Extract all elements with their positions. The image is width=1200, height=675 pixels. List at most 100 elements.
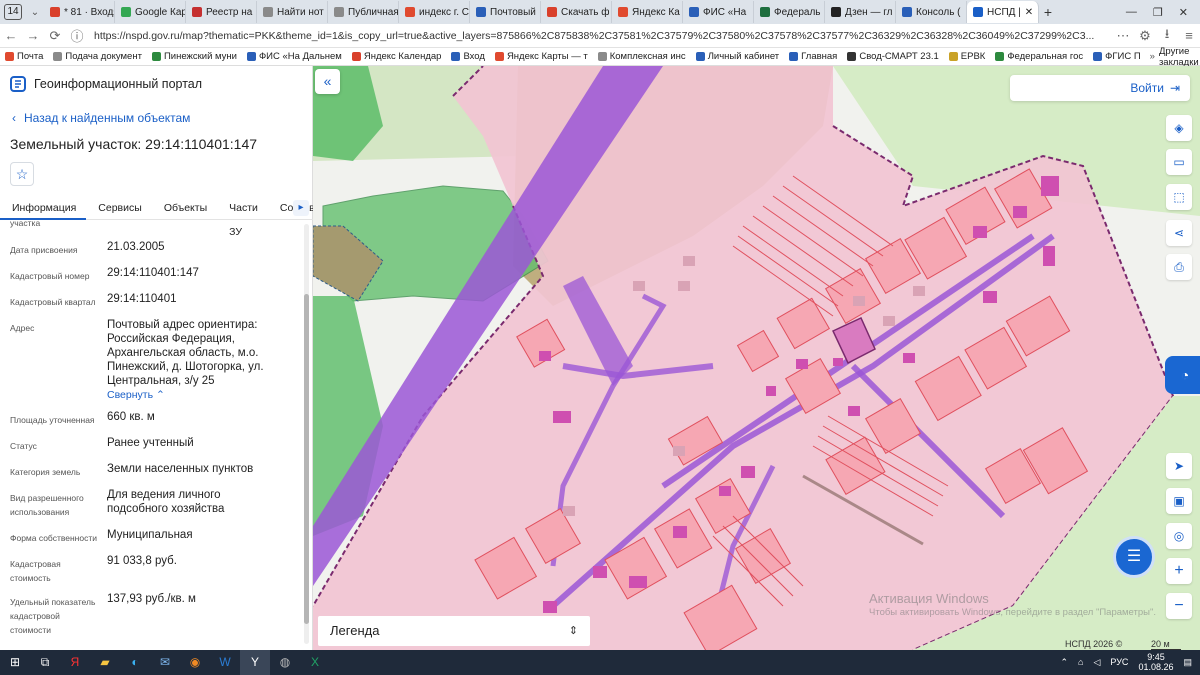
zoom-out-button[interactable]: −	[1166, 593, 1192, 619]
browser-tab[interactable]: Почтовый	[470, 1, 541, 23]
geolocation-button[interactable]: ◎	[1166, 523, 1192, 549]
info-tab[interactable]: Части ЗУ	[217, 196, 268, 238]
chat-button[interactable]: ☰	[1113, 536, 1155, 578]
scrollbar-thumb[interactable]	[304, 294, 309, 624]
bookmark-item[interactable]: Свод-СМАРТ 23.1	[842, 51, 943, 62]
login-button[interactable]: Войти ⇥	[1010, 75, 1190, 101]
extension-icon[interactable]: ⚙	[1134, 28, 1156, 44]
clock[interactable]: 9:45 01.08.26	[1138, 652, 1173, 672]
measure-button[interactable]: ▭	[1166, 149, 1192, 175]
minimap-button[interactable]: ▣	[1166, 488, 1192, 514]
start-icon[interactable]: ⊞	[0, 650, 30, 675]
browser-tab[interactable]: Консоль (	[896, 1, 967, 23]
notifications-icon[interactable]: ▤	[1183, 657, 1192, 668]
browser-tab[interactable]: ФИС «На	[683, 1, 754, 23]
browser-tab[interactable]: Федераль	[754, 1, 825, 23]
new-tab-button[interactable]: +	[1039, 4, 1057, 20]
browser-tab[interactable]: Яндекс Ка	[612, 1, 683, 23]
info-tab[interactable]: Объекты	[152, 196, 217, 220]
bookmark-item[interactable]: Главная	[784, 51, 842, 62]
attr-label: Кадастровый квартал	[10, 297, 96, 307]
tab-label: Публичная	[348, 6, 399, 18]
bookmark-item[interactable]: Подача документ	[48, 51, 147, 62]
file-explorer-icon[interactable]: ▰	[90, 650, 120, 675]
edge-icon[interactable]: ◐	[120, 650, 150, 675]
task-view-icon[interactable]: ⧉	[30, 650, 60, 675]
download-icon[interactable]: ⭳	[1156, 25, 1178, 47]
browser-tab[interactable]: * 81 · Входя	[44, 1, 115, 23]
attr-label: Адрес	[10, 323, 35, 333]
select-area-button[interactable]: ⬚	[1166, 184, 1192, 210]
tab-label: Скачать ф	[561, 6, 610, 18]
map-canvas[interactable]	[313, 66, 1200, 650]
bookmark-item[interactable]: Личный кабинет	[691, 51, 784, 62]
bookmark-item[interactable]: Комплексная инс	[593, 51, 691, 62]
site-info-icon[interactable]: ⓘ	[66, 26, 88, 45]
zoom-in-button[interactable]: +	[1166, 558, 1192, 584]
bookmark-item[interactable]: Яндекс Календар	[347, 51, 447, 62]
back-to-results-link[interactable]: ‹ Назад к найденным объектам	[12, 111, 190, 125]
browser-tab[interactable]: Google Карт	[115, 1, 186, 23]
bookmark-item[interactable]: Вход	[446, 51, 490, 62]
yandex-app-icon[interactable]: Y	[240, 650, 270, 675]
bookmark-favicon-icon	[847, 52, 857, 61]
forward-icon[interactable]: →	[22, 28, 44, 43]
firefox-icon[interactable]: ◉	[180, 650, 210, 675]
tab-label: Дзен — гл	[845, 6, 893, 18]
minimize-icon[interactable]: —	[1126, 6, 1137, 19]
browser-tab[interactable]: Скачать ф	[541, 1, 612, 23]
map-view[interactable]: « Войти ⇥ ◈ ▭ ⬚ ⋖ ⎙ ◔ ➤ ▣ ◎ + − ☰ Актива…	[313, 66, 1200, 650]
bookmark-item[interactable]: ФИС «На Дальнем	[242, 51, 347, 62]
browser-tab[interactable]: Публичная	[328, 1, 399, 23]
bookmark-item[interactable]: Федеральная гос	[990, 51, 1088, 62]
collapse-address-link[interactable]: Свернуть ⌃	[107, 388, 277, 402]
favorite-button[interactable]: ☆	[10, 162, 34, 186]
layers-button[interactable]: ◈	[1166, 115, 1192, 141]
browser-tab[interactable]: Найти нот	[257, 1, 328, 23]
volume-icon[interactable]: ◁	[1093, 657, 1100, 668]
tab-label: ФИС «На	[703, 6, 747, 18]
tab-label: Найти нот	[277, 6, 324, 18]
language-indicator[interactable]: РУС	[1110, 657, 1128, 667]
print-button[interactable]: ⎙	[1166, 254, 1192, 280]
sidebar-scrollbar[interactable]	[304, 224, 309, 644]
word-icon[interactable]: W	[210, 650, 240, 675]
tabs-menu-icon[interactable]: ⌄	[26, 7, 44, 18]
browser-tab[interactable]: индекс г. С	[399, 1, 470, 23]
legend-dropdown[interactable]: Легенда ⇕	[318, 616, 590, 646]
assistant-tab[interactable]: ◔	[1165, 356, 1200, 394]
locate-button[interactable]: ➤	[1166, 453, 1192, 479]
url-field[interactable]: https://nspd.gov.ru/map?thematic=PKK&the…	[88, 27, 1112, 45]
more-icon[interactable]: ⋯	[1112, 28, 1134, 44]
tab-count[interactable]: 14	[4, 4, 22, 20]
bookmark-item[interactable]: Почта	[0, 51, 48, 62]
chrome-icon[interactable]: ◍	[270, 650, 300, 675]
reload-icon[interactable]: ⟳	[44, 28, 66, 44]
bookmark-label: ЕРВК	[960, 51, 986, 62]
browser-tab[interactable]: НСПД | ✕	[967, 1, 1039, 23]
windows-activation-title: Активация Windows	[869, 591, 989, 606]
back-icon[interactable]: ←	[0, 28, 22, 43]
mail-icon[interactable]: ✉	[150, 650, 180, 675]
close-tab-icon[interactable]: ✕	[1025, 7, 1033, 18]
attr-label: Вид разрешенного использования	[10, 493, 84, 517]
more-bookmarks-icon[interactable]: »	[1146, 51, 1159, 62]
close-window-icon[interactable]: ✕	[1179, 6, 1188, 19]
bookmark-item[interactable]: Яндекс Карты — т	[490, 51, 593, 62]
browser-tab[interactable]: Дзен — гл	[825, 1, 896, 23]
collapse-panel-button[interactable]: «	[315, 69, 340, 94]
network-icon[interactable]: ⌂	[1078, 657, 1083, 667]
bookmark-item[interactable]: ЕРВК	[944, 51, 991, 62]
bookmark-item[interactable]: ФГИС П	[1088, 51, 1146, 62]
bookmark-item[interactable]: Пинежский муни	[147, 51, 242, 62]
share-button[interactable]: ⋖	[1166, 220, 1192, 246]
browser-tab[interactable]: Реестр на	[186, 1, 257, 23]
tray-chevron-icon[interactable]: ⌃	[1061, 657, 1069, 668]
other-bookmarks[interactable]: Другие закладки	[1159, 46, 1200, 68]
yandex-browser-icon[interactable]: Я	[60, 650, 90, 675]
menu-icon[interactable]: ≡	[1178, 28, 1200, 43]
portal-header[interactable]: Геоинформационный портал	[10, 76, 202, 92]
maximize-icon[interactable]: ❐	[1153, 6, 1163, 19]
tabs-scroll-right-icon[interactable]: ▸	[293, 200, 309, 216]
excel-icon[interactable]: X	[300, 650, 330, 675]
